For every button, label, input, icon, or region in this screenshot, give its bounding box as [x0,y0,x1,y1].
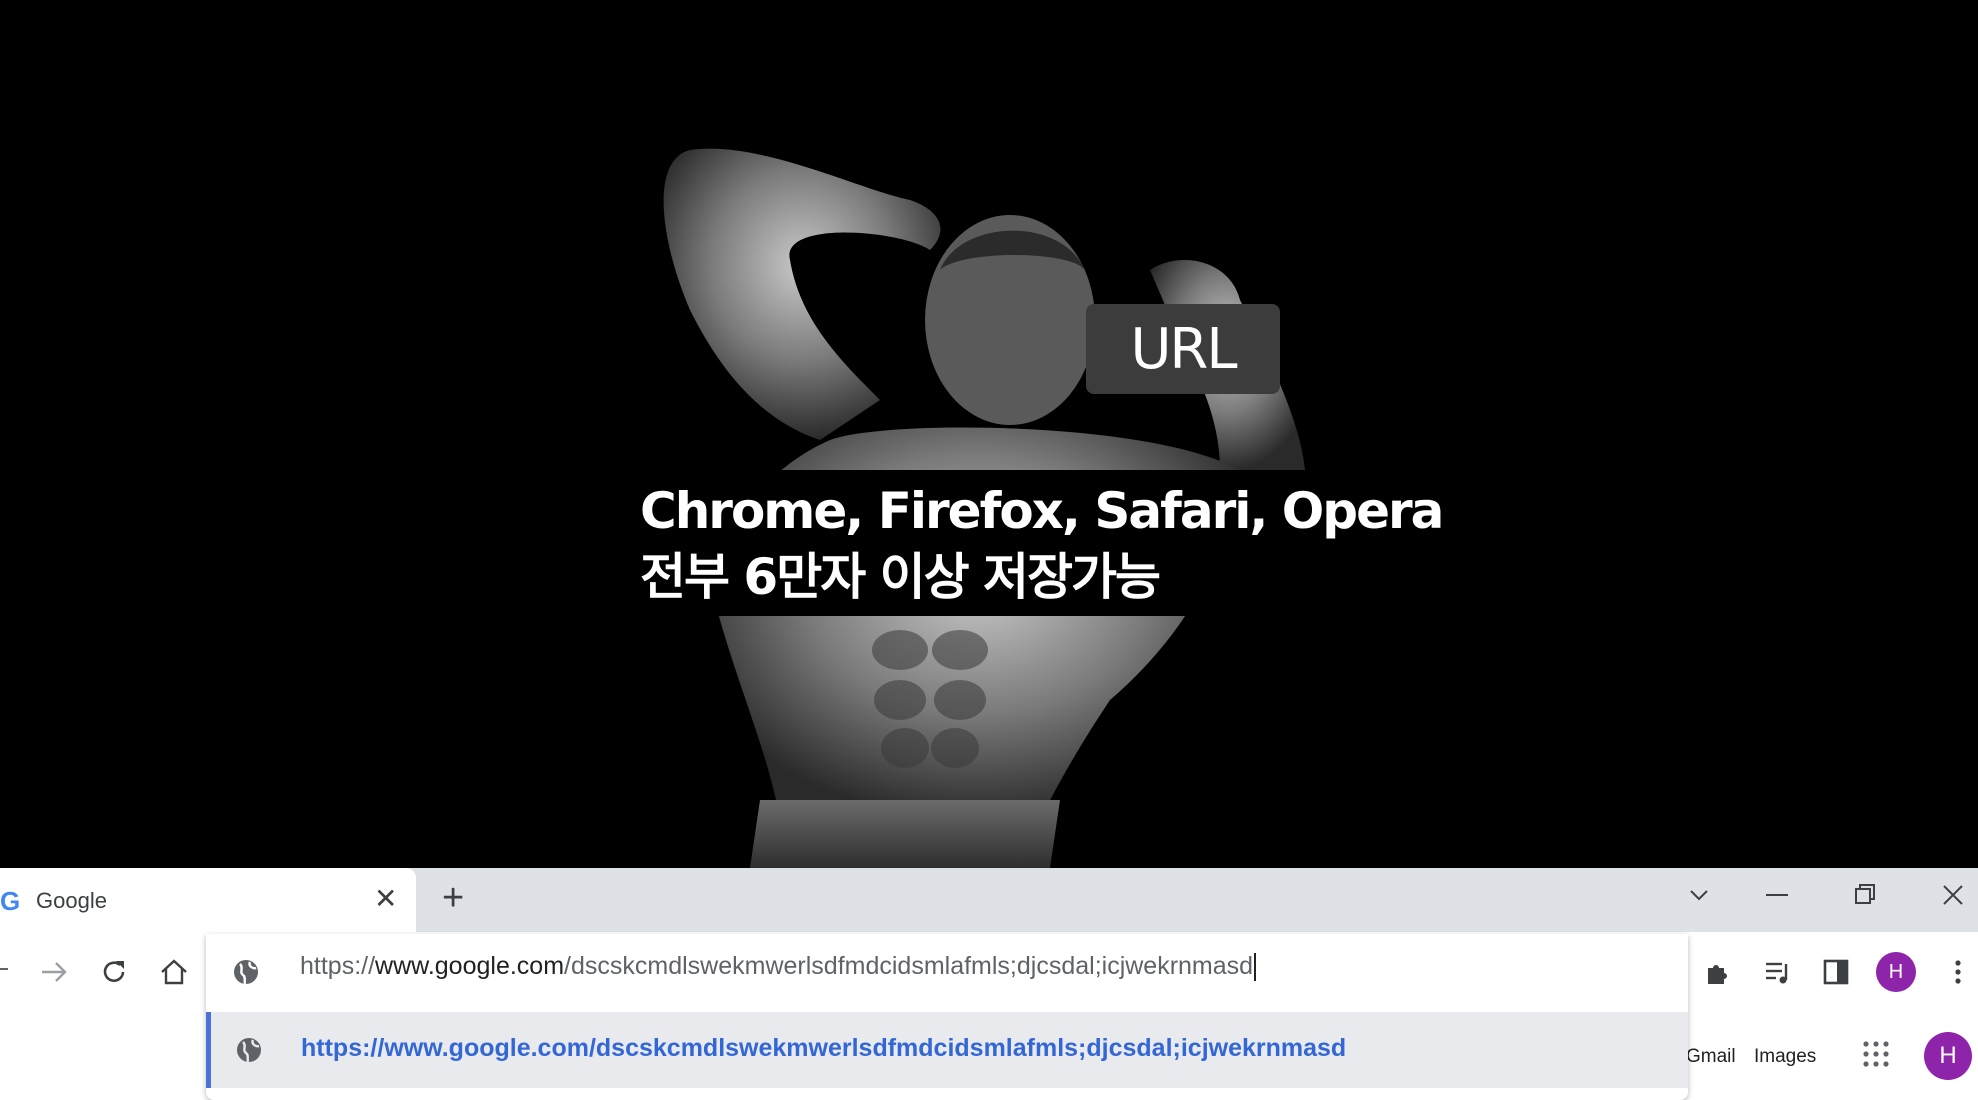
reload-icon[interactable] [98,956,130,988]
caption-line-1: Chrome, Firefox, Safari, Opera [640,482,1444,540]
apps-grid-icon[interactable] [1862,1040,1890,1068]
text-caret [1254,953,1257,982]
back-icon[interactable] [0,968,8,970]
globe-icon [234,960,258,985]
side-panel-icon[interactable] [1820,956,1852,988]
bodybuilder-image [663,148,1305,868]
video-caption: Chrome, Firefox, Safari, Opera 전부 6만자 이상… [632,470,1451,616]
tab-strip: G Google ✕ + [0,868,1978,932]
suggestion-url: https://www.google.com/dscskcmdlswekmwer… [301,1034,1347,1062]
minimize-icon[interactable] [1766,894,1788,896]
address-bar-input[interactable]: https://www.google.com/dscskcmdlswekmwer… [300,952,1660,992]
url-scheme: https:// [300,952,376,980]
video-frame: URL Chrome, Firefox, Safari, Opera 전부 6만… [0,0,1978,868]
tab-title: Google [36,888,107,913]
restore-icon[interactable] [1852,882,1878,908]
caption-line-2: 전부 6만자 이상 저장가능 [640,548,1161,606]
tab-google[interactable]: G Google ✕ [0,868,416,932]
tab-close-icon[interactable]: ✕ [374,882,397,916]
images-link[interactable]: Images [1754,1046,1816,1068]
globe-icon [237,1038,261,1063]
url-label-tag: URL [1086,304,1280,394]
url-host: www.google.com [375,952,565,980]
omnibox-dropdown: https://www.google.com/dscskcmdlswekmwer… [206,934,1688,1100]
gmail-link[interactable]: Gmail [1686,1046,1736,1068]
close-window-icon[interactable] [1940,882,1966,908]
google-account-avatar[interactable]: H [1924,1032,1972,1080]
media-control-icon[interactable] [1762,956,1794,988]
home-icon[interactable] [158,956,190,988]
extensions-icon[interactable] [1702,956,1734,988]
menu-icon[interactable] [1942,956,1974,988]
omnibox-suggestion[interactable]: https://www.google.com/dscskcmdlswekmwer… [206,1012,1688,1088]
new-tab-button[interactable]: + [442,878,464,918]
profile-avatar[interactable]: H [1876,952,1916,992]
url-path: /dscskcmdlswekmwerlsdfmdcidsmlafmls;djcs… [564,952,1254,980]
forward-icon[interactable] [38,956,70,988]
tab-search-icon[interactable] [1686,882,1712,908]
google-favicon-icon: G [0,886,21,916]
